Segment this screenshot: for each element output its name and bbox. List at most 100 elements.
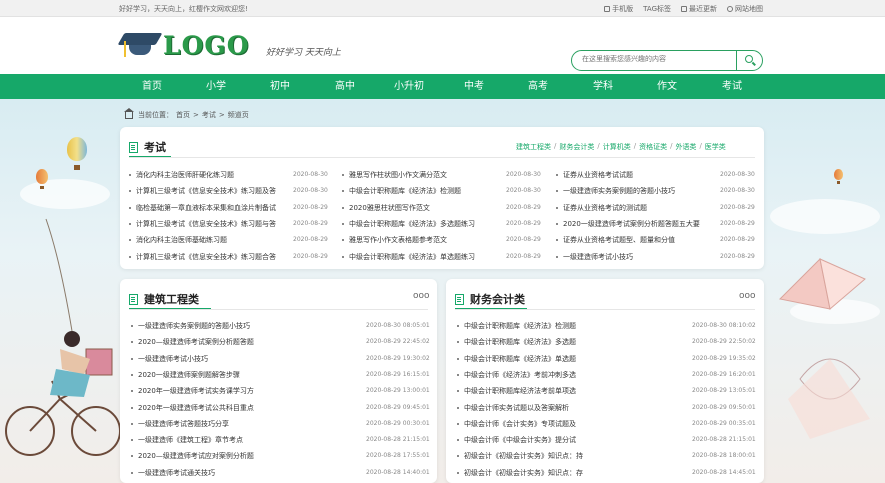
nav-item-composition[interactable]: 作文 xyxy=(642,74,692,99)
list-item[interactable]: 一级建造师考试小技巧 xyxy=(131,354,208,364)
site-logo[interactable]: LOGO xyxy=(117,27,250,63)
tab-language[interactable]: 外语类 xyxy=(675,142,696,152)
list-item[interactable]: 中级会计职称题库《经济法》单选题 xyxy=(457,354,576,364)
nav-item-home[interactable]: 首页 xyxy=(127,74,177,99)
site-slogan: 好好学习，天天向上，红樱作文网欢迎您! xyxy=(119,5,248,13)
list-item[interactable]: 雅思写作小作文表格题参考范文 xyxy=(342,235,447,245)
list-item[interactable]: 中级会计职称题库《经济法》单选题练习 xyxy=(342,252,475,262)
bullet-dot xyxy=(342,222,344,225)
list-item-date: 2020-08-30 xyxy=(293,187,328,195)
nav-item-primary[interactable]: 小学 xyxy=(191,74,241,99)
list-item[interactable]: 计算机三级考试《信息安全技术》练习题及答 xyxy=(129,186,276,196)
nav-item-xiaoshengchu[interactable]: 小升初 xyxy=(384,74,434,99)
phone-icon xyxy=(604,6,611,12)
tab-computer[interactable]: 计算机类 xyxy=(603,142,631,152)
nav-item-junior[interactable]: 初中 xyxy=(255,74,305,99)
list-item-title: 2020一级建造师案例题解答步骤 xyxy=(138,370,240,379)
list-item[interactable]: 消化内科主治医师肝硬化练习题 xyxy=(129,170,234,180)
list-item-title: 初级会计《初级会计实务》知识点：持 xyxy=(464,452,583,461)
hot-air-balloon-icon xyxy=(36,169,48,189)
list-item-title: 2020雅思柱状图写作范文 xyxy=(349,203,430,212)
list-item[interactable]: 证券从业资格考试的测试题 xyxy=(556,203,647,213)
list-item[interactable]: 2020年一级建造师考试实务课学习方 xyxy=(131,386,254,396)
top-link-sitemap[interactable]: 网站地图 xyxy=(727,4,763,14)
bullet-dot xyxy=(556,190,558,193)
search-box xyxy=(571,50,763,71)
list-item[interactable]: 一级建造师考试答题技巧分享 xyxy=(131,419,229,429)
bullet-dot xyxy=(131,373,133,376)
bullet-dot xyxy=(457,325,459,327)
list-item[interactable]: 中级会计职称题库《经济法》检测题 xyxy=(342,186,461,196)
breadcrumb-exams[interactable]: 考试 xyxy=(202,110,216,120)
list-item[interactable]: 临检基础第一章血液标本采集和血涂片制备试 xyxy=(129,203,276,213)
breadcrumb-sep: > xyxy=(218,111,225,119)
bullet-dot xyxy=(556,222,558,225)
top-link-mobile[interactable]: 手机版 xyxy=(604,4,633,14)
list-item[interactable]: 中级会计师实务试题以及答案解析 xyxy=(457,403,569,413)
list-item-title: 2020年一级建造师考试公共科目重点 xyxy=(138,403,254,412)
tab-construction[interactable]: 建筑工程类 xyxy=(516,142,551,152)
logo-text: LOGO xyxy=(163,30,250,60)
list-item-title: 2020—级建造师考试案例分析题答题 xyxy=(138,338,254,347)
top-link-updates[interactable]: 最近更新 xyxy=(681,4,717,14)
list-item[interactable]: 初级会计《初级会计实务》知识点：持 xyxy=(457,451,583,461)
list-item[interactable]: 2020一级建造师考试案例分析题答题五大要 xyxy=(556,219,700,229)
list-item-date: 2020-08-29 16:15:01 xyxy=(366,370,430,378)
nav-item-senior[interactable]: 高中 xyxy=(320,74,370,99)
more-button[interactable]: ooo xyxy=(739,291,756,301)
list-item[interactable]: 初级会计《初级会计实务》知识点：存 xyxy=(457,468,583,478)
list-item[interactable]: 一级建造师《建筑工程》章节考点 xyxy=(131,435,243,445)
top-links: 手机版 TAG标签 最近更新 网站地图 xyxy=(604,4,763,14)
search-button[interactable] xyxy=(736,51,762,70)
list-item-date: 2020-08-29 09:50:01 xyxy=(692,403,756,411)
list-item[interactable]: 中级会计职称题库经济法考前单项选 xyxy=(457,386,576,396)
list-item-title: 初级会计《初级会计实务》知识点：存 xyxy=(464,468,583,477)
building-icon xyxy=(129,141,138,153)
building-icon xyxy=(455,293,464,305)
list-item[interactable]: 一级建造师考试小技巧 xyxy=(556,252,633,262)
nav-item-zhongkao[interactable]: 中考 xyxy=(449,74,499,99)
list-item[interactable]: 中级会计职称题库《经济法》多选题练习 xyxy=(342,219,475,229)
list-item[interactable]: 计算机三级考试《信息安全技术》练习题合答 xyxy=(129,252,276,262)
list-item-title: 一级建造师考试小技巧 xyxy=(563,252,633,261)
accounting-card-header: 财务会计类 xyxy=(455,291,525,307)
list-item[interactable]: 证券从业资格考试试题 xyxy=(556,170,633,180)
list-item[interactable]: 2020年一级建造师考试公共科目重点 xyxy=(131,403,254,413)
list-item[interactable]: 中级会计师《会计实务》专项试题及 xyxy=(457,419,576,429)
breadcrumb-home[interactable]: 首页 xyxy=(176,110,190,120)
list-item-title: 证券从业资格考试的测试题 xyxy=(563,203,647,212)
tab-medical[interactable]: 医学类 xyxy=(705,142,726,152)
list-item[interactable]: 一级建造师实务案例题的答题小技巧 xyxy=(131,321,250,331)
list-item-date: 2020-08-29 09:45:01 xyxy=(366,403,430,411)
more-button[interactable]: ooo xyxy=(413,291,430,301)
tab-accounting[interactable]: 财务会计类 xyxy=(559,142,594,152)
girl-on-bicycle-illustration xyxy=(5,218,120,456)
hot-air-balloon-icon xyxy=(834,169,843,184)
list-item[interactable]: 中级会计职称题库《经济法》多选题 xyxy=(457,337,576,347)
list-item[interactable]: 中级会计师《经济法》考前冲刺多选 xyxy=(457,370,576,380)
accounting-card-title: 财务会计类 xyxy=(470,293,525,306)
search-input[interactable] xyxy=(582,55,732,63)
list-item-date: 2020-08-28 18:00:01 xyxy=(692,452,756,460)
list-item[interactable]: 2020—级建造师考试案例分析题答题 xyxy=(131,337,254,347)
tab-qualification[interactable]: 资格证类 xyxy=(639,142,667,152)
list-item[interactable]: 2020—级建造师考试应对案例分析题 xyxy=(131,451,254,461)
list-item[interactable]: 消化内科主治医师基础练习题 xyxy=(129,235,227,245)
list-item[interactable]: 2020雅思柱状图写作范文 xyxy=(342,203,430,213)
list-item[interactable]: 一级建造师考试通关技巧 xyxy=(131,468,215,478)
list-item[interactable]: 中级会计师《中级会计实务》提分试 xyxy=(457,435,576,445)
top-link-tags[interactable]: TAG标签 xyxy=(643,4,671,14)
nav-item-gaokao[interactable]: 高考 xyxy=(513,74,563,99)
list-item-date: 2020-08-30 08:10:02 xyxy=(692,322,756,329)
list-item[interactable]: 证券从业资格考试题型、题量和分值 xyxy=(556,235,675,245)
nav-item-exams[interactable]: 考试 xyxy=(707,74,757,99)
list-item[interactable]: 雅思写作柱状图小作文满分范文 xyxy=(342,170,447,180)
list-item[interactable]: 2020一级建造师案例题解答步骤 xyxy=(131,370,240,380)
main-nav: 首页 小学 初中 高中 小升初 中考 高考 学科 作文 考试 xyxy=(0,74,885,99)
list-item-date: 2020-08-29 xyxy=(293,252,328,260)
construction-card: 建筑工程类 ooo 一级建造师实务案例题的答题小技巧 2020-08-30 08:… xyxy=(120,279,437,483)
list-item[interactable]: 中级会计职称题库《经济法》检测题 xyxy=(457,321,576,331)
list-item[interactable]: 计算机三级考试《信息安全技术》练习题与答 xyxy=(129,219,276,229)
nav-item-subjects[interactable]: 学科 xyxy=(578,74,628,99)
list-item[interactable]: 一级建造师实务案例题的答题小技巧 xyxy=(556,186,675,196)
